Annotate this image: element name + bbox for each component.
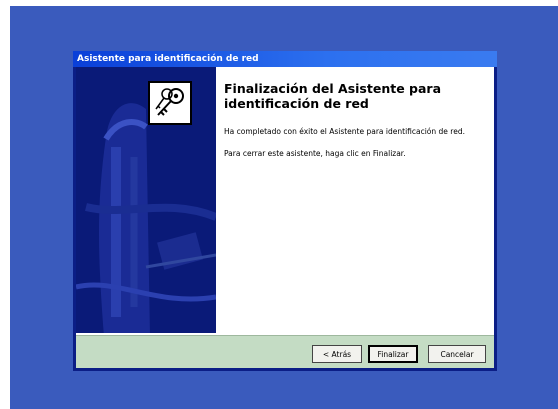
wizard-client-area: Finalización del Asistente para identifi… xyxy=(76,67,494,368)
keys-icon xyxy=(148,81,192,125)
wizard-window: Asistente para identificación de red Fin… xyxy=(73,51,497,371)
close-instruction: Para cerrar este asistente, haga clic en… xyxy=(224,149,406,158)
finish-button[interactable]: Finalizar xyxy=(368,345,418,363)
wizard-side-panel xyxy=(76,67,216,333)
completion-message: Ha completado con éxito el Asistente par… xyxy=(224,127,465,136)
wizard-heading: Finalización del Asistente para identifi… xyxy=(224,81,442,111)
back-button[interactable]: < Atrás xyxy=(312,345,362,363)
cancel-button[interactable]: Cancelar xyxy=(428,345,486,363)
wizard-content: Finalización del Asistente para identifi… xyxy=(224,81,486,171)
window-titlebar[interactable]: Asistente para identificación de red xyxy=(73,51,497,67)
wizard-footer: < Atrás Finalizar Cancelar xyxy=(76,335,494,368)
side-panel-graphic xyxy=(76,103,216,333)
